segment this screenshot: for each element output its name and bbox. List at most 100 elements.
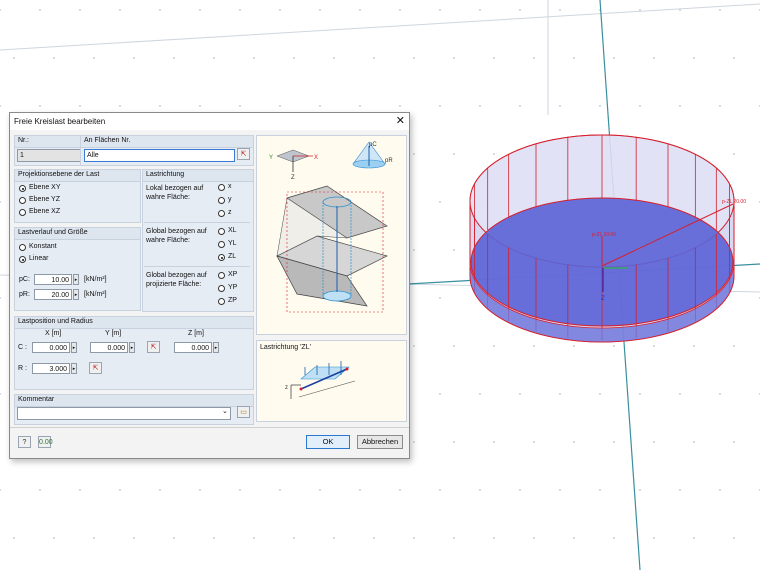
grid-point xyxy=(573,537,575,539)
label-dir-zl: ZL xyxy=(228,253,237,260)
grid-point xyxy=(0,393,1,395)
grid-point xyxy=(453,345,455,347)
grid-point xyxy=(519,105,521,107)
ok-button[interactable]: OK xyxy=(306,435,350,449)
grid-point xyxy=(399,9,401,11)
radio-dir-xp[interactable] xyxy=(218,272,225,279)
cy-spinner[interactable]: ▸ xyxy=(129,342,135,353)
grid-point xyxy=(0,105,1,107)
help-icon[interactable]: ? xyxy=(18,436,31,448)
grid-point xyxy=(573,345,575,347)
grid-point xyxy=(493,537,495,539)
grid-point xyxy=(413,57,415,59)
cz-spinner[interactable]: ▸ xyxy=(213,342,219,353)
grid-point xyxy=(653,537,655,539)
grid-point xyxy=(693,441,695,443)
radius-input[interactable]: 3.000 xyxy=(32,363,70,374)
header-x: X [m] xyxy=(45,330,62,337)
grid-point xyxy=(199,489,201,491)
pick-surfaces-button[interactable]: ⇱ xyxy=(237,148,250,160)
grid-point xyxy=(253,537,255,539)
grid-point xyxy=(279,105,281,107)
grid-point xyxy=(719,393,721,395)
grid-point xyxy=(359,105,361,107)
grid-point xyxy=(679,9,681,11)
grid-point xyxy=(413,345,415,347)
grid-point xyxy=(693,57,695,59)
svg-text:Z: Z xyxy=(291,175,295,181)
close-icon[interactable]: ✕ xyxy=(396,114,405,127)
label-radius: R : xyxy=(18,365,27,372)
label-dir-z: z xyxy=(228,209,232,216)
dialog-titlebar: Freie Kreislast bearbeiten ✕ xyxy=(10,113,409,130)
grid-point xyxy=(599,105,601,107)
grid-point xyxy=(493,441,495,443)
grid-point xyxy=(653,57,655,59)
label-linear: Linear xyxy=(29,255,49,262)
radio-plane-xz[interactable] xyxy=(19,209,26,216)
comment-library-button[interactable]: ▭ xyxy=(237,406,250,418)
units-icon[interactable]: 0.00 xyxy=(38,436,53,448)
grid-point xyxy=(533,441,535,443)
radio-dir-yp[interactable] xyxy=(218,285,225,292)
pc-input[interactable]: 10.00 xyxy=(34,274,72,285)
pr-input[interactable]: 20.00 xyxy=(34,289,72,300)
radio-dir-zp[interactable] xyxy=(218,298,225,305)
pick-radius-button[interactable]: ⇱ xyxy=(89,362,102,374)
label-dir-y: y xyxy=(228,196,232,203)
radio-constant[interactable] xyxy=(19,244,26,251)
surfaces-input[interactable]: Alle xyxy=(84,149,235,162)
grid-point xyxy=(639,393,641,395)
grid-point xyxy=(133,537,135,539)
pick-center-button[interactable]: ⇱ xyxy=(147,341,160,353)
cancel-button[interactable]: Abbrechen xyxy=(357,435,403,449)
grid-point xyxy=(479,9,481,11)
radio-plane-yz[interactable] xyxy=(19,197,26,204)
grid-point xyxy=(239,9,241,11)
grid-point xyxy=(133,57,135,59)
grid-point xyxy=(13,57,15,59)
svg-text:pC: pC xyxy=(369,142,377,148)
radio-dir-z[interactable] xyxy=(218,210,225,217)
comment-combobox[interactable] xyxy=(17,407,231,420)
grid-point xyxy=(359,9,361,11)
grid-point xyxy=(653,345,655,347)
grid-point xyxy=(279,489,281,491)
dialog-title: Freie Kreislast bearbeiten xyxy=(14,117,106,126)
label-plane-xz: Ebene XZ xyxy=(29,208,61,215)
cx-input[interactable]: 0.000 xyxy=(32,342,70,353)
grid-point xyxy=(733,153,735,155)
grid-point xyxy=(159,489,161,491)
grid-point xyxy=(239,489,241,491)
grid-point xyxy=(319,105,321,107)
grid-point xyxy=(399,489,401,491)
label-local-true: Lokal bezogen auf wahre Fläche: xyxy=(146,185,204,201)
pc-spinner[interactable]: ▸ xyxy=(73,274,79,285)
grid-point xyxy=(0,489,1,491)
grid-point xyxy=(293,57,295,59)
cx-spinner[interactable]: ▸ xyxy=(71,342,77,353)
radio-dir-zl[interactable] xyxy=(218,254,225,261)
grid-point xyxy=(533,537,535,539)
radio-dir-x[interactable] xyxy=(218,184,225,191)
pr-spinner[interactable]: ▸ xyxy=(73,289,79,300)
radio-dir-y[interactable] xyxy=(218,197,225,204)
grid-point xyxy=(119,9,121,11)
cy-input[interactable]: 0.000 xyxy=(90,342,128,353)
cz-input[interactable]: 0.000 xyxy=(174,342,212,353)
svg-text:pR: pR xyxy=(385,158,393,164)
grid-point xyxy=(439,297,441,299)
radio-plane-xy[interactable] xyxy=(19,185,26,192)
grid-point xyxy=(79,9,81,11)
circular-load-shape[interactable]: p-ZL 20.00 p-ZL 10.00 Z xyxy=(469,134,746,343)
radio-linear[interactable] xyxy=(19,256,26,263)
label-pc: pC: xyxy=(19,276,30,283)
radio-dir-yl[interactable] xyxy=(218,241,225,248)
radio-dir-xl[interactable] xyxy=(218,228,225,235)
grid-point xyxy=(519,393,521,395)
label-constant: Konstant xyxy=(29,243,57,250)
radius-spinner[interactable]: ▸ xyxy=(71,363,77,374)
grid-point xyxy=(213,57,215,59)
grid-point xyxy=(533,345,535,347)
chevron-down-icon[interactable]: ⌄ xyxy=(222,407,228,415)
